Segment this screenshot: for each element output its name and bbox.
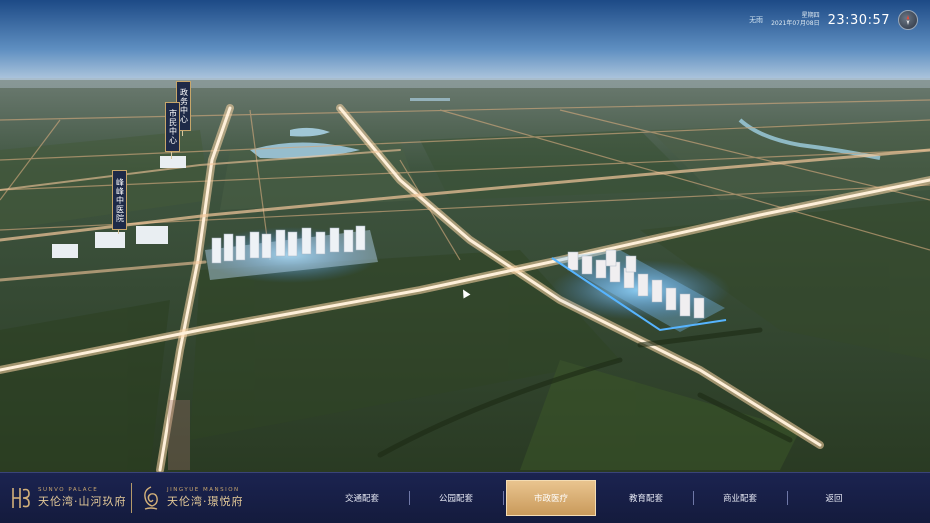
nav-education[interactable]: 教育配套 [602, 481, 694, 515]
brand-jingyue-mansion: JINGYUE MANSION 天伦湾·璟悦府 [140, 477, 244, 519]
nav-park[interactable]: 公园配套 [412, 481, 504, 515]
nav-label: 公园配套 [438, 494, 473, 504]
nav-divider [409, 491, 410, 505]
nav-municipal-medical[interactable]: 市政医疗 [506, 480, 596, 516]
nav-commerce[interactable]: 商业配套 [696, 481, 788, 515]
weather-text: 无雨 [749, 16, 764, 24]
sunvo-logo-icon [12, 488, 30, 508]
nav-divider [787, 491, 788, 505]
poi-hospital[interactable]: 峰峰中医院 [112, 170, 127, 230]
date-block: 星期四 2021年07月08日 [771, 13, 820, 27]
jingyue-logo-icon [144, 486, 158, 510]
nav-label: 交通配套 [344, 494, 379, 504]
nav-label: 市政医疗 [533, 494, 568, 504]
compass-icon[interactable] [898, 10, 918, 30]
nav-back-button[interactable]: 返回 [790, 481, 878, 515]
brand2-chinese: 天伦湾·璟悦府 [167, 495, 244, 508]
brand1-chinese: 天伦湾·山河玖府 [38, 495, 127, 508]
nav-label: 商业配套 [722, 494, 757, 504]
poi-civic-center[interactable]: 市民中心 [165, 102, 180, 152]
nav-traffic[interactable]: 交通配套 [318, 481, 410, 515]
brand-sunvo-palace: SUNVO PALACE 天伦湾·山河玖府 [10, 477, 127, 519]
nav-label: 返回 [825, 494, 843, 504]
weekday-text: 星期四 [801, 12, 820, 19]
brand-divider [131, 483, 132, 513]
nav-divider [693, 491, 694, 505]
nav-divider [503, 491, 504, 505]
date-text: 2021年07月08日 [771, 20, 820, 27]
bottom-bar: SUNVO PALACE 天伦湾·山河玖府 JINGYUE MANSION 天伦… [0, 472, 930, 523]
status-header: 无雨 星期四 2021年07月08日 23:30:57 [749, 10, 918, 30]
nav-label: 教育配套 [628, 494, 663, 504]
clock: 23:30:57 [827, 12, 890, 28]
aerial-map-scene[interactable] [0, 0, 930, 523]
category-nav: 交通配套 公园配套 市政医疗 教育配套 商业配套 返回 [318, 480, 928, 516]
